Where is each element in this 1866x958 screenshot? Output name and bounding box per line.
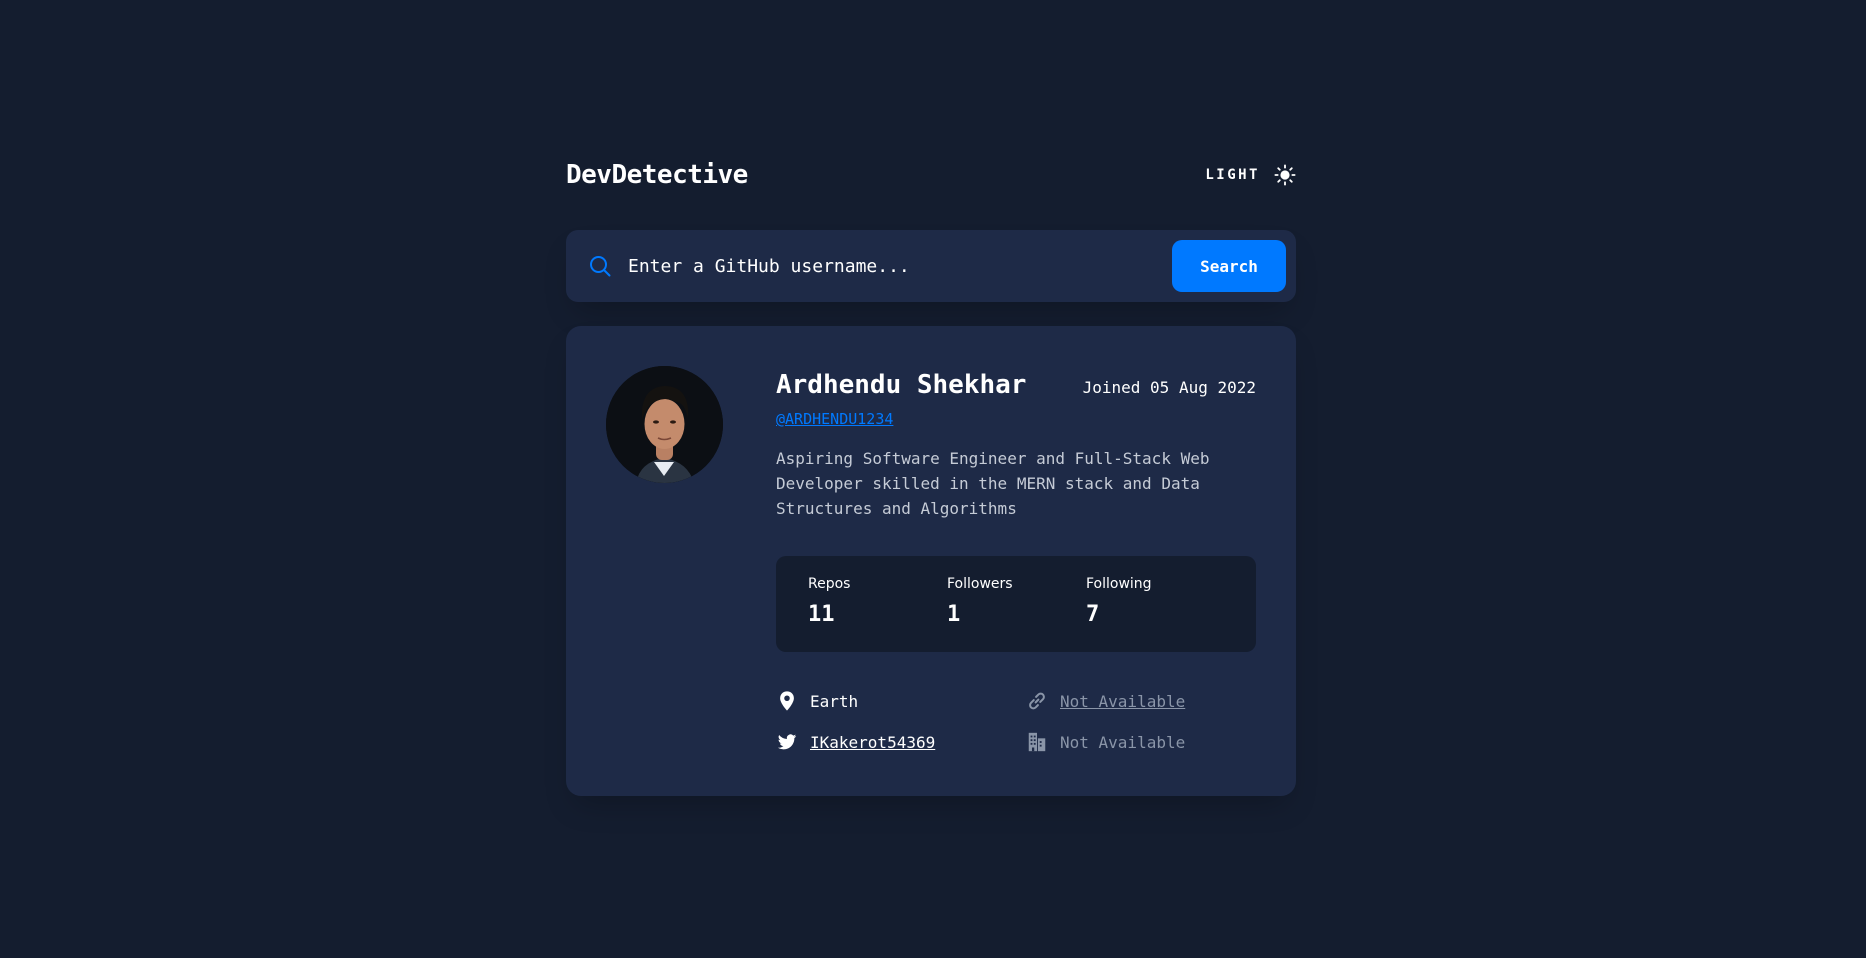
info-company: Not Available [1026,731,1185,753]
avatar [606,366,723,483]
app-logo: DevDetective [566,160,748,190]
info-twitter: IKakerot54369 [776,731,935,753]
joined-date: Joined 05 Aug 2022 [1082,378,1256,397]
stat-label: Following [1086,576,1152,592]
theme-toggle-label: LIGHT [1205,167,1260,183]
info-website: Not Available [1026,690,1185,712]
link-icon [1029,692,1045,710]
app-container: DevDetective LIGHT Enter a GitHub userna… [566,156,1296,796]
info-location: Earth [776,690,858,712]
stat-value: 1 [947,602,961,627]
search-input[interactable] [626,254,1172,278]
website-link[interactable]: Not Available [1060,692,1185,711]
search-icon [590,256,611,277]
profile-card: Ardhendu Shekhar Joined 05 Aug 2022 @ARD… [566,326,1296,796]
profile-bio: Aspiring Software Engineer and Full-Stac… [776,449,1210,518]
sun-icon [1274,164,1296,186]
location-pin-icon [780,691,794,711]
theme-toggle-button[interactable]: LIGHT [1205,164,1296,186]
stat-value: 7 [1086,602,1100,627]
stats-panel: Repos 11 Followers 1 Following 7 [776,556,1256,652]
stat-followers: Followers 1 [947,576,1013,627]
twitter-icon [777,734,797,750]
stat-repos: Repos 11 [808,576,850,627]
search-button[interactable]: Search [1172,240,1286,292]
stat-label: Followers [947,576,1013,592]
profile-name: Ardhendu Shekhar [776,370,1027,400]
stat-label: Repos [808,576,851,592]
location-text: Earth [810,691,859,711]
header: DevDetective LIGHT [566,156,1296,194]
search-bar: Search [566,230,1296,302]
avatar-image [606,366,723,483]
profile-handle-link[interactable]: @ARDHENDU1234 [776,410,893,428]
twitter-link[interactable]: IKakerot54369 [810,733,935,752]
stat-following: Following 7 [1086,576,1152,627]
company-text: Not Available [1060,732,1186,752]
stat-value: 11 [808,602,835,627]
building-icon [1028,732,1046,752]
